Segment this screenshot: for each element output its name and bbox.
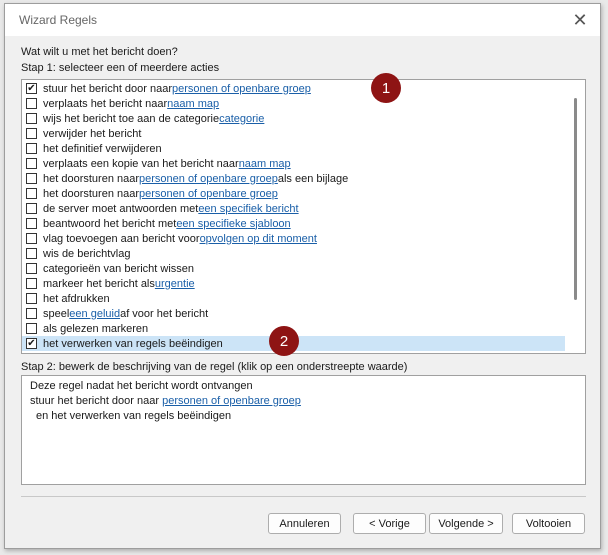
window-title: Wizard Regels (19, 13, 98, 27)
action-checkbox[interactable] (26, 158, 37, 169)
callout-badge-2: 2 (269, 326, 299, 356)
action-suffix-text: af voor het bericht (120, 307, 209, 320)
action-text: het definitief verwijderen (43, 142, 162, 155)
action-checkbox[interactable] (26, 248, 37, 259)
action-text: het verwerken van regels beëindigen (43, 337, 223, 350)
action-row[interactable]: wijs het bericht toe aan de categorie ca… (22, 111, 565, 126)
action-text: verplaats het bericht naar (43, 97, 168, 110)
action-checkbox[interactable] (26, 188, 37, 199)
actions-scrollbar[interactable] (565, 80, 585, 353)
finish-button[interactable]: Voltooien (512, 513, 585, 534)
action-value-link[interactable]: personen of openbare groep (172, 83, 311, 95)
action-value-link[interactable]: categorie (219, 113, 264, 125)
action-row[interactable]: de server moet antwoorden met een specif… (22, 201, 565, 216)
action-value-link[interactable]: naam map (239, 158, 291, 170)
action-checkbox[interactable] (26, 203, 37, 214)
description-line-2-text: stuur het bericht door naar (30, 395, 163, 407)
action-text: stuur het bericht door naar (43, 82, 173, 95)
action-text: het doorsturen naar (43, 172, 140, 185)
action-text: als gelezen markeren (43, 322, 149, 335)
action-text: markeer het bericht als (43, 277, 155, 290)
rule-description-box: Deze regel nadat het bericht wordt ontva… (21, 375, 586, 485)
action-row[interactable]: het doorsturen naar personen of openbare… (22, 186, 565, 201)
action-checkbox[interactable] (26, 98, 37, 109)
actions-list: ✔ stuur het bericht door naar personen of… (22, 81, 565, 351)
action-checkbox[interactable] (26, 173, 37, 184)
action-text: verplaats een kopie van het bericht naar (43, 157, 239, 170)
action-value-link[interactable]: een specifiek bericht (198, 203, 298, 215)
action-checkbox[interactable] (26, 113, 37, 124)
title-bar: Wizard Regels ✕ (5, 4, 600, 36)
action-value-link[interactable]: personen of openbare groep (139, 188, 278, 200)
action-text: het doorsturen naar (43, 187, 140, 200)
scrollbar-thumb[interactable] (574, 98, 577, 300)
action-row[interactable]: categorieën van bericht wissen (22, 261, 565, 276)
action-checkbox[interactable] (26, 128, 37, 139)
action-checkbox[interactable] (26, 278, 37, 289)
footer-separator (21, 496, 586, 497)
action-suffix-text: als een bijlage (277, 172, 349, 185)
next-button[interactable]: Volgende > (429, 513, 503, 534)
action-row[interactable]: verplaats het bericht naar naam map (22, 96, 565, 111)
action-checkbox[interactable] (26, 308, 37, 319)
action-row[interactable]: vlag toevoegen aan bericht voor opvolgen… (22, 231, 565, 246)
action-row[interactable]: verwijder het bericht (22, 126, 565, 141)
action-checkbox[interactable] (26, 293, 37, 304)
action-text: vlag toevoegen aan bericht voor (43, 232, 200, 245)
action-row[interactable]: verplaats een kopie van het bericht naar… (22, 156, 565, 171)
action-checkbox[interactable]: ✔ (26, 338, 37, 349)
action-text: verwijder het bericht (43, 127, 142, 140)
action-value-link[interactable]: opvolgen op dit moment (200, 233, 317, 245)
action-row[interactable]: wis de berichtvlag (22, 246, 565, 261)
action-text: beantwoord het bericht met (43, 217, 177, 230)
step1-label: Stap 1: selecteer een of meerdere acties (21, 62, 220, 74)
action-checkbox[interactable] (26, 323, 37, 334)
back-button[interactable]: < Vorige (353, 513, 426, 534)
action-row[interactable]: speel een geluid af voor het bericht (22, 306, 565, 321)
action-row[interactable]: beantwoord het bericht met een specifiek… (22, 216, 565, 231)
action-row[interactable]: het doorsturen naar personen of openbare… (22, 171, 565, 186)
actions-listbox[interactable]: ✔ stuur het bericht door naar personen of… (21, 79, 586, 354)
callout-badge-1: 1 (371, 73, 401, 103)
action-checkbox[interactable] (26, 143, 37, 154)
action-checkbox[interactable]: ✔ (26, 83, 37, 94)
action-value-link[interactable]: een geluid (69, 308, 120, 320)
action-value-link[interactable]: personen of openbare groep (139, 173, 278, 185)
action-row[interactable]: het afdrukken (22, 291, 565, 306)
action-checkbox[interactable] (26, 263, 37, 274)
action-text: de server moet antwoorden met (43, 202, 199, 215)
description-line-3: en het verwerken van regels beëindigen (36, 410, 232, 422)
action-text: categorieën van bericht wissen (43, 262, 195, 275)
action-text: speel (43, 307, 70, 320)
action-value-link[interactable]: naam map (167, 98, 219, 110)
step2-label: Stap 2: bewerk de beschrijving van de re… (21, 361, 408, 373)
action-row[interactable]: markeer het bericht als urgentie (22, 276, 565, 291)
action-checkbox[interactable] (26, 218, 37, 229)
action-text: wis de berichtvlag (43, 247, 131, 260)
close-icon[interactable]: ✕ (568, 8, 592, 32)
action-value-link[interactable]: urgentie (155, 278, 195, 290)
action-row[interactable]: het definitief verwijderen (22, 141, 565, 156)
rules-wizard-dialog: Wizard Regels ✕ Wat wilt u met het beric… (4, 3, 601, 549)
action-text: het afdrukken (43, 292, 110, 305)
cancel-button[interactable]: Annuleren (268, 513, 341, 534)
description-recipients-link[interactable]: personen of openbare groep (162, 395, 301, 407)
action-row[interactable]: ✔ stuur het bericht door naar personen of… (22, 81, 565, 96)
action-value-link[interactable]: een specifieke sjabloon (176, 218, 290, 230)
question-label: Wat wilt u met het bericht doen? (21, 46, 178, 58)
description-line-2: stuur het bericht door naar personen of … (30, 395, 577, 410)
action-checkbox[interactable] (26, 233, 37, 244)
description-line-1: Deze regel nadat het bericht wordt ontva… (30, 380, 253, 392)
action-text: wijs het bericht toe aan de categorie (43, 112, 220, 125)
